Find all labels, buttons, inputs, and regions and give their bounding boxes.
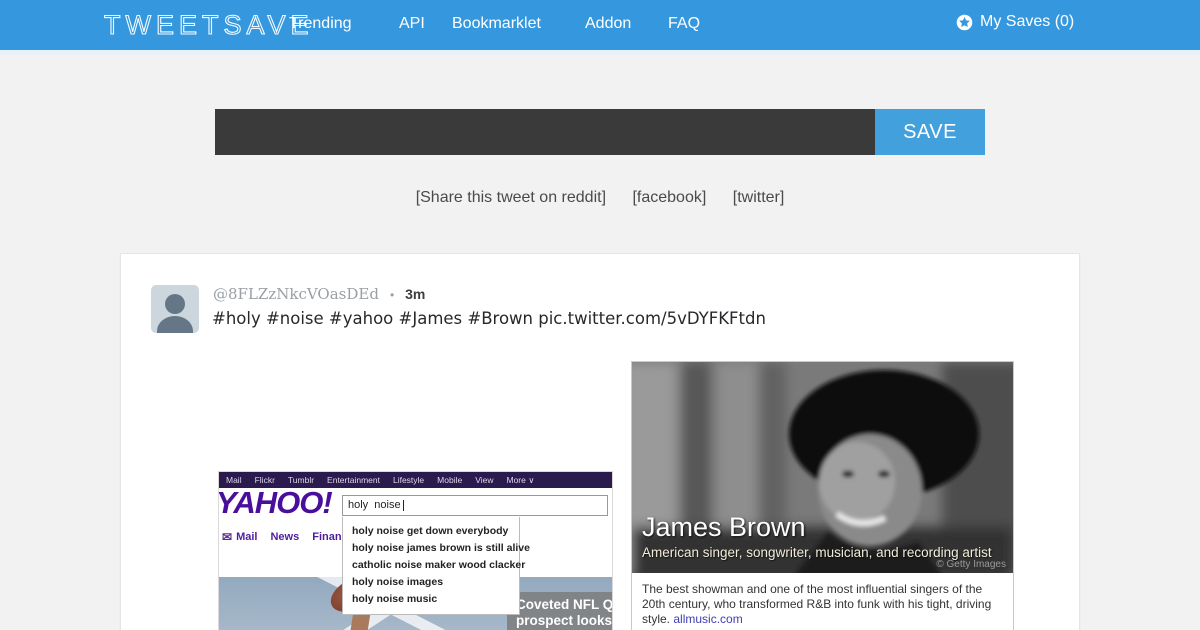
james-brown-subtitle: American singer, songwriter, musician, a… [642,545,992,560]
yahoo-link-mail: Mail [236,531,258,543]
tweet-media-yahoo-screenshot[interactable]: Mail Flickr Tumblr Entertainment Lifesty… [218,471,613,630]
yahoo-search-query: holy noise [348,499,401,511]
nav-item-trending[interactable]: Trending [289,15,352,33]
tweetsave-page: TWEETSAVE Trending API Bookmarklet Addon… [0,0,1200,630]
text-cursor [402,499,404,511]
tweet-media-james-brown-panel[interactable]: James Brown American singer, songwriter,… [631,361,1014,630]
yahoo-topbar-lifestyle: Lifestyle [392,475,425,485]
share-links-row: [Share this tweet on reddit] [facebook] … [0,189,1200,207]
yahoo-topbar-mobile: Mobile [437,475,463,485]
getty-credit: © Getty Images [936,559,1006,570]
star-circle-icon [956,14,973,31]
headline-line: Coveted NFL QB [516,597,612,612]
share-twitter-link[interactable]: [twitter] [733,189,785,206]
tweet-separator-dot: • [389,288,395,302]
yahoo-search-box: holy noise [342,495,608,516]
tweet-text: #holy #noise #yahoo #James #Brown pic.tw… [212,309,766,328]
headline-line: prospect looks pe [516,612,612,628]
yahoo-link-news: News [270,531,300,543]
nav-item-faq[interactable]: FAQ [668,15,700,33]
yahoo-headline-overlay: Coveted NFL QB prospect looks pe until [507,592,612,630]
tweet-timestamp: 3m [405,286,426,302]
yahoo-topbar-entertainment: Entertainment [327,475,380,485]
tweet-card: @8FLZzNkcVOasDEd • 3m #holy #noise #yaho… [120,253,1080,630]
save-button[interactable]: SAVE [875,109,985,155]
yahoo-suggestion: holy noise images [352,575,444,588]
share-reddit-link[interactable]: [Share this tweet on reddit] [416,189,606,206]
yahoo-topbar-view: View [475,475,494,485]
yahoo-suggestions-dropdown: holy noise get down everybody holy noise… [342,517,530,615]
nav-item-addon[interactable]: Addon [585,15,631,33]
yahoo-logo: YAHOO! [218,485,333,520]
avatar-head-shape [165,294,185,314]
yahoo-suggestion: holy noise music [352,592,438,605]
yahoo-suggestion: holy noise james brown is still alive [352,541,530,554]
nav-item-bookmarklet[interactable]: Bookmarklet [452,15,541,33]
yahoo-topbar-more: More ∨ [506,474,535,485]
james-brown-photo: James Brown American singer, songwriter,… [632,362,1013,573]
james-brown-description: The best showman and one of the most inf… [632,573,1013,627]
yahoo-topbar-mail: Mail [226,475,242,485]
tweet-username[interactable]: @8FLZzNkcVOasDEd [213,285,379,303]
yahoo-suggestion: catholic noise maker wood clacker [352,558,526,571]
nav-item-api[interactable]: API [399,15,425,33]
tweetsave-logo[interactable]: TWEETSAVE [103,9,314,41]
tweet-header: @8FLZzNkcVOasDEd • 3m [213,285,425,303]
allmusic-link: allmusic.com [673,612,743,626]
yahoo-quick-links: ✉ Mail News Finance [222,530,354,544]
avatar-torso-shape [157,316,193,333]
yahoo-topbar-flickr: Flickr [254,475,275,485]
james-brown-title: James Brown [642,512,806,542]
mail-envelope-icon: ✉ [222,530,233,544]
my-saves-label: My Saves (0) [980,13,1075,30]
share-facebook-link[interactable]: [facebook] [632,189,706,206]
my-saves-button[interactable]: My Saves (0) [956,13,1074,31]
yahoo-suggestion: holy noise get down everybody [352,524,509,537]
yahoo-topbar-tumblr: Tumblr [287,475,315,485]
top-navbar: TWEETSAVE Trending API Bookmarklet Addon… [0,0,1200,50]
avatar[interactable] [151,285,199,333]
navbar-shadow-strip [0,50,1200,55]
tweet-url-input[interactable] [215,109,875,155]
